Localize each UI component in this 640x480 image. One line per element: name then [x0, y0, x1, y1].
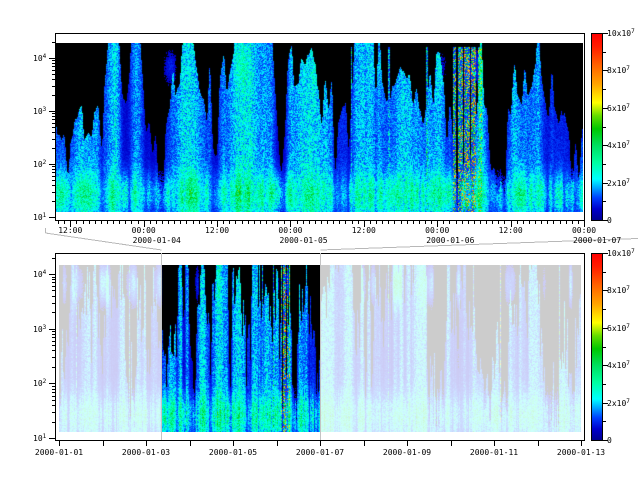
time-tick-label: 12:00 — [352, 226, 376, 235]
y-axis-tick-label: 102 — [33, 379, 46, 389]
date-tick-label: 2000-01-09 — [383, 448, 431, 457]
date-tick-label: 2000-01-07 — [296, 448, 344, 457]
date-tick-label: 2000-01-04 — [133, 236, 181, 245]
zoomed-plot-frame — [55, 33, 585, 221]
date-tick-label: 2000-01-06 — [426, 236, 474, 245]
colorbar-tick-label: 4x107 — [607, 361, 630, 371]
y-axis-tick-label: 102 — [33, 160, 46, 170]
date-tick-label: 2000-01-13 — [557, 448, 605, 457]
date-tick-label: 2000-01-11 — [470, 448, 518, 457]
time-tick-label: 00:00 — [278, 226, 302, 235]
colorbar-tick-label: 6x107 — [607, 104, 630, 114]
zoomed-colorbar — [591, 33, 603, 221]
time-tick-label: 00:00 — [572, 226, 596, 235]
date-tick-label: 2000-01-03 — [122, 448, 170, 457]
time-tick-label: 00:00 — [425, 226, 449, 235]
y-axis-tick-label: 103 — [33, 325, 46, 335]
y-axis-tick-label: 103 — [33, 107, 46, 117]
context-colorbar — [591, 253, 603, 441]
colorbar-tick-label: 2x107 — [607, 179, 630, 189]
time-tick-label: 00:00 — [132, 226, 156, 235]
date-tick-label: 2000-01-01 — [35, 448, 83, 457]
y-axis-tick-label: 104 — [33, 270, 46, 280]
colorbar-tick-label: 8x107 — [607, 286, 630, 296]
y-axis-tick-label: 101 — [33, 213, 46, 223]
time-tick-label: 12:00 — [58, 226, 82, 235]
colorbar-tick-label: 8x107 — [607, 66, 630, 76]
colorbar-tick-label: 0 — [607, 436, 612, 445]
date-tick-label: 2000-01-05 — [279, 236, 327, 245]
colorbar-tick-label: 4x107 — [607, 141, 630, 151]
time-tick-label: 12:00 — [499, 226, 523, 235]
time-tick-label: 12:00 — [205, 226, 229, 235]
y-axis-tick-label: 104 — [33, 54, 46, 64]
spectrogram-window: 0 2x107 4x107 6x107 8x107 10x107 0 2x107 4x107 6x… — [0, 0, 640, 480]
dimmed-region-after-selection — [321, 254, 583, 440]
date-tick-label: 2000-01-07 — [573, 236, 621, 245]
colorbar-tick-label: 10x107 — [607, 249, 635, 259]
colorbar-tick-label: 0 — [607, 216, 612, 225]
y-axis-tick-label: 101 — [33, 434, 46, 444]
colorbar-tick-label: 10x107 — [607, 29, 635, 39]
colorbar-tick-label: 2x107 — [607, 399, 630, 409]
dimmed-region-before-selection — [56, 254, 161, 440]
colorbar-tick-label: 6x107 — [607, 324, 630, 334]
date-tick-label: 2000-01-05 — [209, 448, 257, 457]
